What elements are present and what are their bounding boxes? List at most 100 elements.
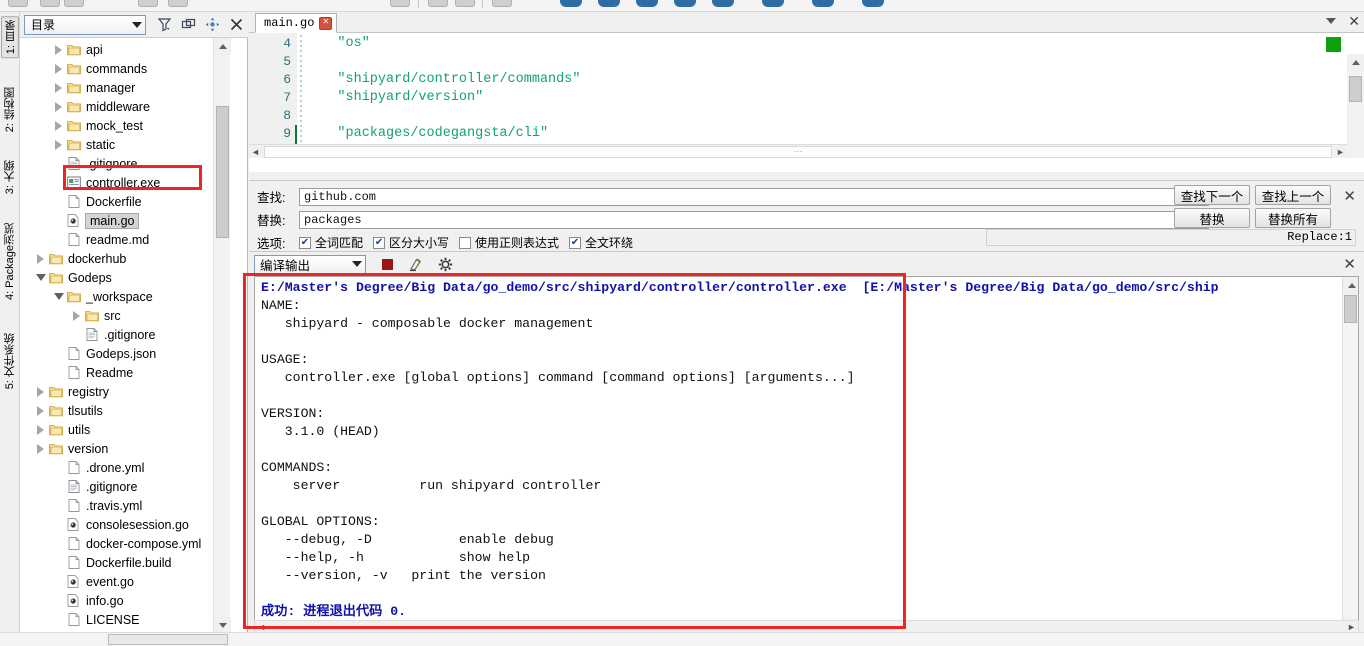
tree-item-tlsutils[interactable]: tlsutils xyxy=(20,401,231,420)
tree-expander[interactable] xyxy=(52,139,65,150)
option-whole-word[interactable]: 全词匹配 xyxy=(299,234,363,251)
option-wrap-around[interactable]: 全文环绕 xyxy=(569,234,633,251)
tree-item-gitignore[interactable]: .gitignore xyxy=(20,325,231,344)
toolbar-button[interactable] xyxy=(762,0,784,7)
clear-icon[interactable] xyxy=(408,257,423,272)
tree-expander[interactable] xyxy=(52,44,65,55)
checkbox[interactable] xyxy=(459,236,472,249)
close-editor-icon[interactable]: ✕ xyxy=(1348,14,1360,28)
toolbar-button[interactable] xyxy=(138,0,158,7)
tree-item-version[interactable]: version xyxy=(20,439,231,458)
tree-expander[interactable] xyxy=(34,405,47,416)
sidebar-tab-structure[interactable]: 2: 结构图 xyxy=(1,84,19,135)
toolbar-button[interactable] xyxy=(636,0,658,7)
replace-all-button[interactable]: 替换所有 xyxy=(1255,208,1331,228)
tree-item-docker-compose-yml[interactable]: docker-compose.yml xyxy=(20,534,231,553)
scrollbar-thumb[interactable] xyxy=(108,634,228,645)
checkbox[interactable] xyxy=(299,236,311,249)
sidebar-tab-package[interactable]: 4: Package浏览 xyxy=(1,220,19,303)
expand-arrow-icon[interactable] xyxy=(37,253,44,264)
file-tree[interactable]: api commands manager middleware mock_test sta… xyxy=(20,38,231,634)
tree-expander[interactable] xyxy=(52,120,65,131)
toolbar-button[interactable] xyxy=(712,0,734,7)
tree-expander[interactable] xyxy=(34,253,47,264)
tree-item-mock-test[interactable]: mock_test xyxy=(20,116,231,135)
scrollbar-thumb[interactable] xyxy=(216,106,229,238)
tree-item-consolesession-go[interactable]: consolesession.go xyxy=(20,515,231,534)
scrollbar-thumb[interactable] xyxy=(1349,76,1362,102)
tree-item-dockerfile[interactable]: Dockerfile xyxy=(20,192,231,211)
tree-expander[interactable] xyxy=(34,386,47,397)
scroll-up-button[interactable] xyxy=(214,38,231,55)
scroll-up-button[interactable] xyxy=(1343,277,1358,294)
toolbar-button[interactable] xyxy=(862,0,884,7)
toolbar-button[interactable] xyxy=(598,0,620,7)
expand-arrow-icon[interactable] xyxy=(73,310,80,321)
expand-arrow-icon[interactable] xyxy=(37,405,44,416)
tree-item-commands[interactable]: commands xyxy=(20,59,231,78)
collapse-arrow-icon[interactable] xyxy=(53,293,64,300)
tree-item-godeps-json[interactable]: Godeps.json xyxy=(20,344,231,363)
tree-expander[interactable] xyxy=(52,63,65,74)
stop-icon[interactable] xyxy=(382,258,393,270)
scroll-left-button[interactable]: ◄ xyxy=(249,147,262,157)
replace-input[interactable]: packages xyxy=(299,210,1209,229)
expand-arrow-icon[interactable] xyxy=(37,424,44,435)
output-console[interactable]: E:/Master's Degree/Big Data/go_demo/src/… xyxy=(254,276,1359,636)
close-find-panel-icon[interactable]: ✕ xyxy=(1343,187,1356,205)
find-previous-button[interactable]: 查找上一个 xyxy=(1255,185,1331,205)
sidebar-tab-outline[interactable]: 3: 大纲 xyxy=(1,157,19,197)
expand-arrow-icon[interactable] xyxy=(55,44,62,55)
checkbox[interactable] xyxy=(373,236,386,249)
tree-item-utils[interactable]: utils xyxy=(20,420,231,439)
tree-item-dockerhub[interactable]: dockerhub xyxy=(20,249,231,268)
tree-item-readme[interactable]: Readme xyxy=(20,363,231,382)
tree-item-static[interactable]: static xyxy=(20,135,231,154)
expand-arrow-icon[interactable] xyxy=(55,101,62,112)
find-input[interactable]: github.com xyxy=(299,187,1209,206)
expand-arrow-icon[interactable] xyxy=(37,386,44,397)
replace-button[interactable]: 替换 xyxy=(1174,208,1250,228)
checkbox[interactable] xyxy=(569,236,582,249)
filter-icon[interactable] xyxy=(157,17,172,32)
toolbar-button[interactable] xyxy=(492,0,512,7)
collapse-arrow-icon[interactable] xyxy=(35,274,46,281)
tree-item-controller-exe[interactable]: controller.exe xyxy=(20,173,231,192)
sidebar-tab-directory[interactable]: 1: 目录 xyxy=(1,16,19,59)
tree-expander[interactable] xyxy=(52,82,65,93)
tree-item-manager[interactable]: manager xyxy=(20,78,231,97)
locate-target-icon[interactable] xyxy=(205,17,220,32)
tree-item-godeps[interactable]: Godeps xyxy=(20,268,231,287)
option-use-regex[interactable]: 使用正则表达式 xyxy=(459,234,559,251)
collapse-all-icon[interactable] xyxy=(181,17,196,32)
tree-expander[interactable] xyxy=(52,101,65,112)
scrollbar-thumb[interactable] xyxy=(1344,295,1357,323)
toolbar-button[interactable] xyxy=(560,0,582,7)
tree-expander[interactable] xyxy=(34,424,47,435)
toolbar-button[interactable] xyxy=(8,0,28,7)
toolbar-button[interactable] xyxy=(390,0,410,7)
tree-item-gitignore[interactable]: .gitignore xyxy=(20,154,231,173)
output-vertical-scrollbar[interactable] xyxy=(1342,277,1358,635)
tree-expander[interactable] xyxy=(34,443,47,454)
editor-vertical-scrollbar[interactable] xyxy=(1347,54,1364,158)
tree-item-main-go[interactable]: main.go xyxy=(20,211,231,230)
tree-item-src[interactable]: src xyxy=(20,306,231,325)
toolbar-button[interactable] xyxy=(428,0,448,7)
tree-item-event-go[interactable]: event.go xyxy=(20,572,231,591)
expand-arrow-icon[interactable] xyxy=(55,139,62,150)
output-source-combo[interactable]: 编译输出 xyxy=(254,254,366,274)
file-tree-scrollbar[interactable] xyxy=(213,38,231,634)
tree-item-info-go[interactable]: info.go xyxy=(20,591,231,610)
editor-horizontal-scrollbar[interactable]: ◄ ⋯ ► xyxy=(249,144,1347,158)
toolbar-button[interactable] xyxy=(40,0,60,7)
expand-arrow-icon[interactable] xyxy=(37,443,44,454)
tree-item-workspace[interactable]: _workspace xyxy=(20,287,231,306)
toolbar-button[interactable] xyxy=(168,0,188,7)
scrollbar-thumb[interactable]: ⋯ xyxy=(264,145,1332,158)
tree-expander[interactable] xyxy=(70,310,83,321)
tree-item-middleware[interactable]: middleware xyxy=(20,97,231,116)
tree-item-gitignore[interactable]: .gitignore xyxy=(20,477,231,496)
scroll-right-button[interactable]: ► xyxy=(1345,622,1358,632)
find-next-button[interactable]: 查找下一个 xyxy=(1174,185,1250,205)
